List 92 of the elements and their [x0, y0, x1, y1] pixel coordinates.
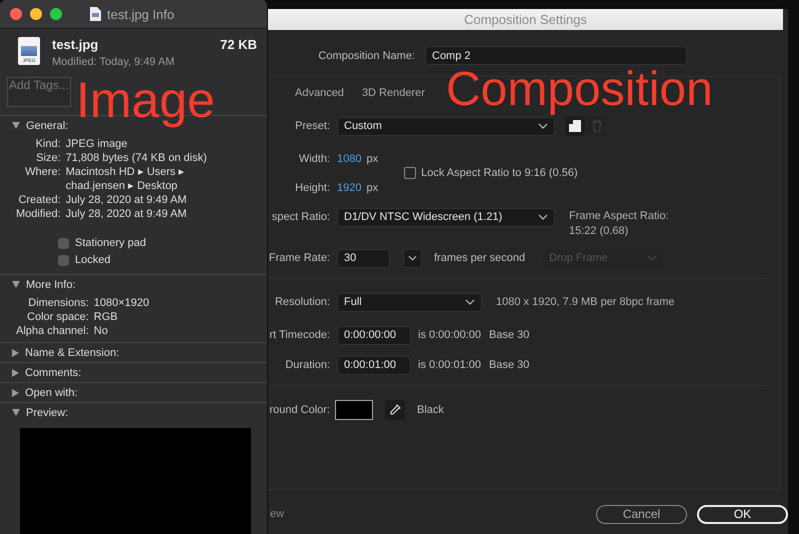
eyedropper-button[interactable] — [385, 400, 405, 420]
expand-triangle-icon[interactable] — [12, 388, 19, 396]
checkbox[interactable] — [58, 238, 69, 248]
preset-dropdown[interactable]: Custom — [337, 116, 555, 136]
field-label: Duration: — [284, 359, 330, 371]
field-label: Preset: — [294, 120, 330, 132]
field-value: JPEG image — [66, 137, 128, 151]
field-value: 1080×1920 — [94, 296, 150, 310]
field-label: Dimensions: — [27, 296, 89, 310]
section-title[interactable]: Name & Extension: — [25, 346, 120, 358]
field-label: Resolution: — [274, 296, 330, 308]
field-value: 71,808 bytes (74 KB on disk) — [66, 151, 208, 165]
color-swatch[interactable] — [335, 400, 373, 420]
tab[interactable]: 3D Renderer — [362, 87, 425, 99]
file-size: 72 KB — [220, 37, 257, 54]
collapse-triangle-icon[interactable] — [12, 281, 20, 288]
field-value: No — [94, 324, 109, 338]
checkbox-label: Stationery pad — [75, 237, 146, 249]
file-name: test.jpg — [52, 37, 100, 52]
field-label: Kind: — [34, 137, 61, 151]
dialog-button[interactable]: Cancel — [596, 504, 687, 524]
eyedropper-icon — [389, 404, 401, 416]
composition-name-field[interactable]: Comp 2 — [425, 46, 687, 65]
field-label: Frame Rate: — [268, 252, 330, 264]
window-title: test.jpg Info — [107, 6, 174, 22]
section-title[interactable]: Open with: — [25, 386, 78, 398]
new-preset-button[interactable] — [565, 116, 585, 136]
resolution-note: 1080 x 1920, 7.9 MB per 8bpc frame — [496, 294, 675, 310]
chevron-down-icon — [538, 214, 548, 220]
annotation-label: Composition — [446, 62, 713, 118]
field-value: July 28, 2020 at 9:49 AM — [66, 207, 188, 221]
tags-field[interactable]: Add Tags... — [7, 77, 71, 107]
dialog-title: Composition Settings — [268, 9, 783, 30]
timebase-text: Base 30 — [489, 329, 530, 341]
frame-rate-dropdown[interactable] — [403, 248, 422, 268]
section-title[interactable]: Preview: — [26, 406, 68, 418]
field-label: Composition Name: — [317, 50, 415, 62]
dialog-button[interactable]: OK — [697, 504, 788, 524]
field-label: round Color: — [268, 404, 330, 416]
timecode-note: is 0:00:01:00 — [418, 359, 481, 371]
collapse-triangle-icon[interactable] — [12, 122, 20, 129]
unit-label: px — [366, 153, 378, 165]
field-label: Height: — [294, 182, 330, 194]
field-label: Alpha channel: — [16, 324, 89, 338]
chevron-down-icon — [408, 255, 417, 261]
field-label: Created: — [17, 193, 61, 207]
checkbox[interactable] — [58, 254, 69, 266]
timecode-note: is 0:00:00:00 — [418, 329, 481, 341]
section-title[interactable]: General: — [26, 120, 68, 132]
section-title[interactable]: More Info: — [26, 278, 76, 290]
dimension-value[interactable]: 1920 — [337, 182, 362, 194]
field-value: Macintosh HD ▸ Users ▸ chad.jensen ▸ Desktop — [66, 165, 186, 193]
field-value: July 28, 2020 at 9:49 AM — [66, 193, 188, 207]
chevron-down-icon — [647, 255, 658, 261]
tab[interactable]: Advanced — [295, 87, 344, 99]
zoom-icon[interactable] — [50, 8, 62, 20]
field-label: Where: — [24, 165, 61, 180]
close-icon[interactable] — [10, 8, 22, 20]
timecode-field[interactable]: 0:00:00:00 — [337, 326, 411, 344]
modified-date: Modified: Today, 9:49 AM — [52, 56, 176, 68]
chevron-down-icon — [538, 123, 548, 129]
frame-aspect-note: Frame Aspect Ratio: 15:22 (0.68) — [569, 208, 669, 238]
field-label: Color space: — [26, 310, 89, 324]
trash-icon — [592, 120, 602, 132]
annotation-label: Image — [76, 72, 215, 128]
document-icon — [569, 120, 581, 132]
resolution-dropdown[interactable]: Full — [337, 292, 482, 312]
field-label: rt Timecode: — [268, 329, 330, 341]
collapse-triangle-icon[interactable] — [12, 409, 20, 416]
checkbox-label: Lock Aspect Ratio to 9:16 (0.56) — [421, 167, 578, 179]
checkbox[interactable] — [404, 167, 416, 179]
timebase-text: Base 30 — [489, 359, 530, 371]
unit-label: frames per second — [434, 252, 526, 264]
minimize-icon[interactable] — [30, 8, 42, 20]
field-value: RGB — [94, 310, 119, 324]
field-label: Size: — [35, 151, 61, 165]
expand-triangle-icon[interactable] — [12, 368, 19, 376]
checkbox-label: Locked — [75, 254, 110, 266]
pixel-aspect-dropdown[interactable]: D1/DV NTSC Widescreen (1.21) — [337, 208, 555, 226]
frame-rate-field[interactable]: 30 — [337, 248, 390, 268]
unit-label: px — [366, 182, 378, 194]
checkbox-label: ew — [270, 508, 286, 520]
field-label: Modified: — [16, 207, 61, 221]
section-title[interactable]: Comments: — [25, 366, 82, 378]
document-icon — [90, 7, 101, 21]
expand-triangle-icon[interactable] — [12, 348, 19, 356]
timecode-field[interactable]: 0:00:01:00 — [337, 356, 411, 374]
field-label: Width: — [298, 153, 330, 165]
field-label: spect Ratio: — [270, 211, 330, 223]
color-name: Black — [417, 404, 444, 416]
chevron-down-icon — [465, 299, 475, 305]
dimension-value[interactable]: 1080 — [337, 153, 362, 165]
